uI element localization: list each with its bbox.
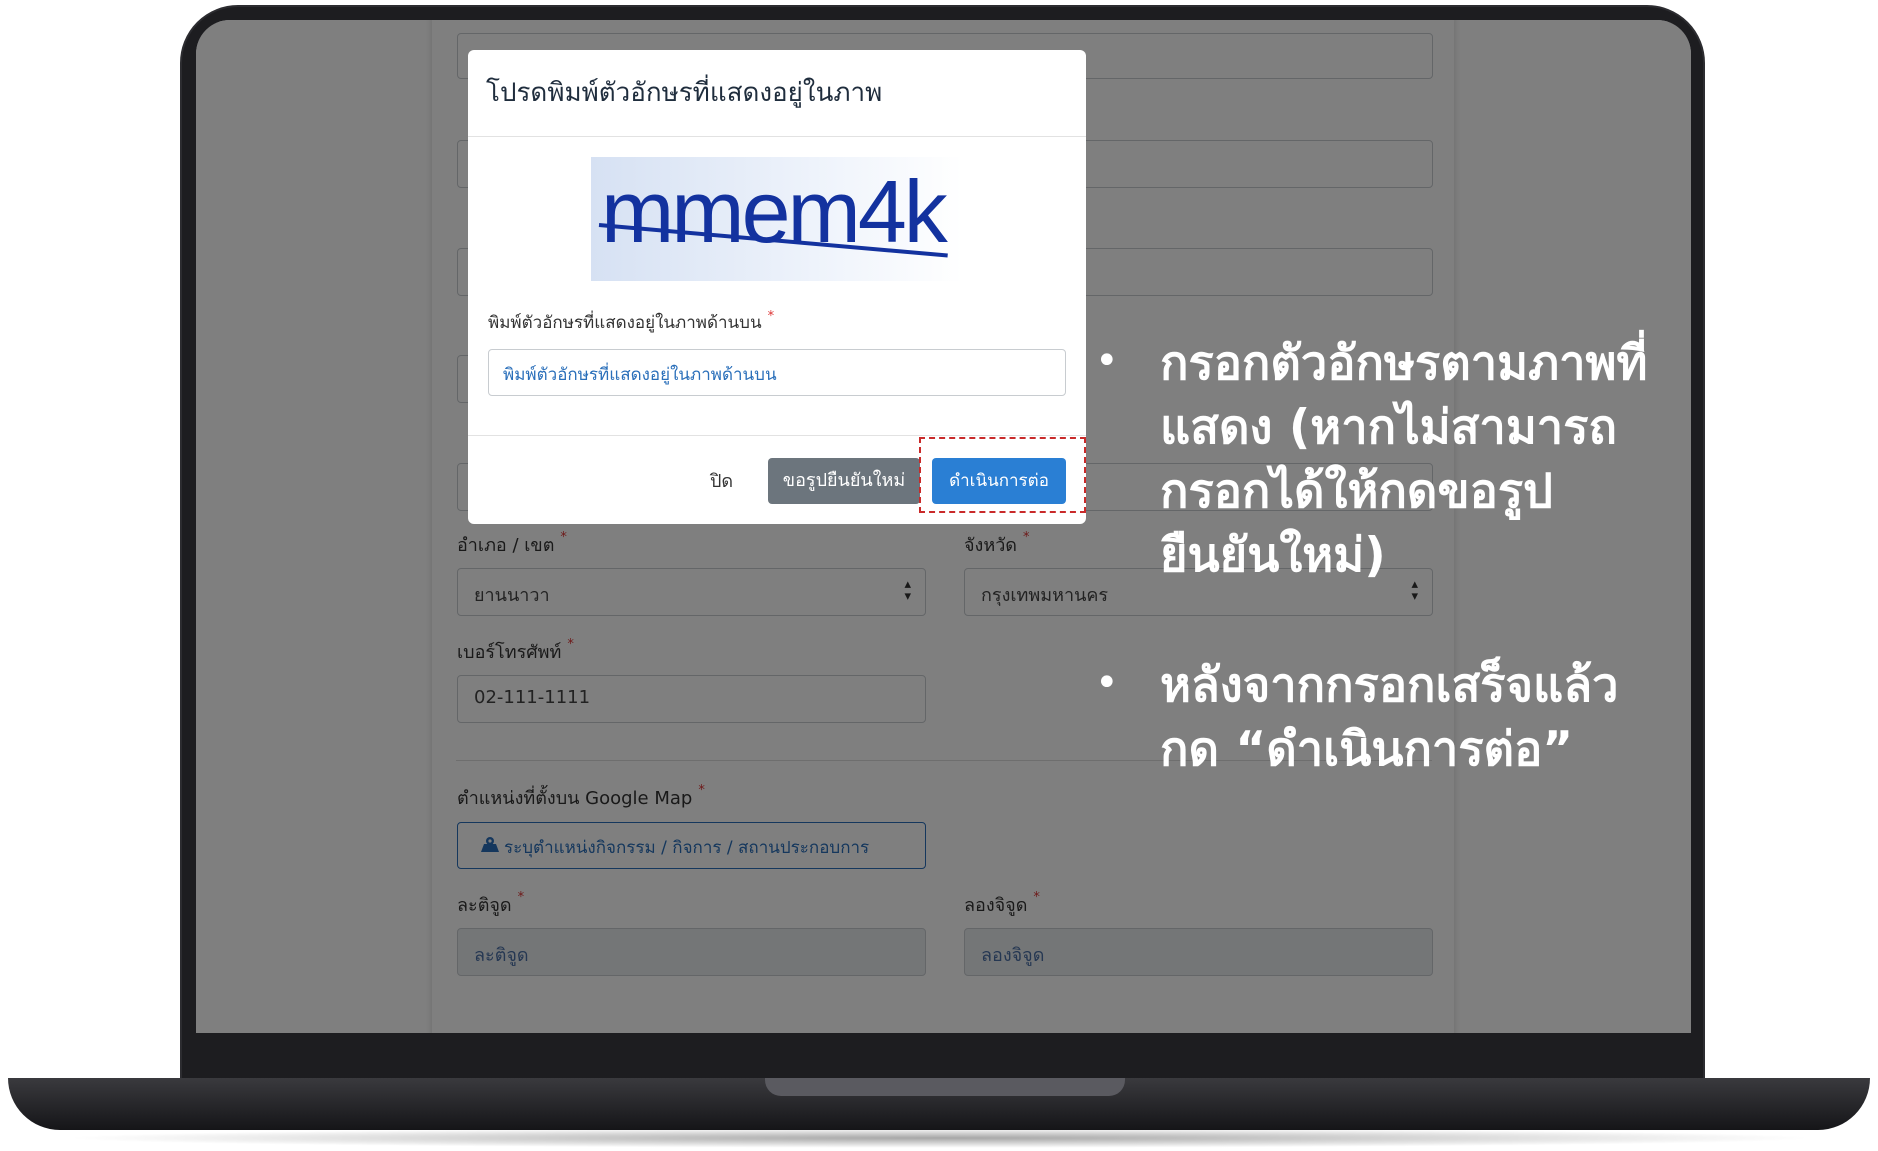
modal-header-divider — [468, 136, 1086, 137]
captcha-input[interactable]: พิมพ์ตัวอักษรที่แสดงอยู่ในภาพด้านบน — [488, 349, 1066, 396]
request-new-captcha-button[interactable]: ขอรูปยืนยันใหม่ — [768, 458, 920, 504]
instruction-1-line-1: กรอกตัวอักษรตามภาพที่ — [1160, 336, 1648, 391]
instruction-2: หลังจากกรอกเสร็จแล้ว กด “ดำเนินการต่อ” — [1160, 654, 1750, 782]
captcha-text: mmem4k — [601, 162, 948, 261]
captcha-input-label: พิมพ์ตัวอักษรที่แสดงอยู่ในภาพด้านบน * — [488, 309, 775, 333]
captcha-input-placeholder: พิมพ์ตัวอักษรที่แสดงอยู่ในภาพด้านบน — [503, 365, 777, 385]
bullet-2: • — [1095, 660, 1119, 706]
modal-title: โปรดพิมพ์ตัวอักษรที่แสดงอยู่ในภาพ — [486, 78, 883, 108]
instruction-2-line-1: หลังจากกรอกเสร็จแล้ว — [1160, 658, 1619, 713]
instruction-2-line-2: กด “ดำเนินการต่อ” — [1160, 722, 1574, 777]
laptop-notch — [765, 1078, 1125, 1096]
continue-highlight-box — [919, 437, 1086, 513]
laptop-shadow — [60, 1128, 1820, 1148]
instruction-1-line-3: กรอกได้ให้กดขอรูป — [1160, 464, 1553, 519]
captcha-image: mmem4k — [591, 157, 963, 281]
bullet-1: • — [1095, 338, 1119, 384]
modal-footer-divider — [468, 435, 1086, 436]
close-button[interactable]: ปิด — [710, 466, 733, 495]
instruction-1-line-4: ยืนยันใหม่) — [1160, 528, 1386, 583]
instruction-1: กรอกตัวอักษรตามภาพที่ แสดง (หากไม่สามารถ… — [1160, 332, 1750, 588]
instruction-1-line-2: แสดง (หากไม่สามารถ — [1160, 400, 1617, 455]
